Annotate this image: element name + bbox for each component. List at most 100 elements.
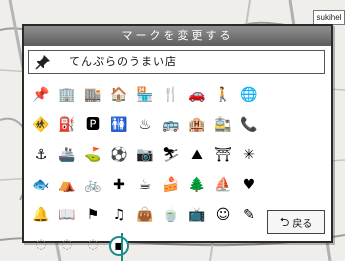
bus-mark[interactable]: 🚌 xyxy=(161,116,181,134)
book-mark[interactable]: 📖 xyxy=(57,206,77,224)
station-mark-icon: 🚉 xyxy=(214,117,232,133)
mountain-mark[interactable]: ⛰ xyxy=(187,146,207,164)
empty-mark-1-icon: ◌ xyxy=(35,237,47,252)
ball-mark[interactable]: ⚽ xyxy=(109,146,129,164)
coffee-mark-icon: ☕ xyxy=(138,177,152,193)
hot-spring-mark-icon: ♨ xyxy=(138,117,152,133)
car-mark[interactable]: 🚗 xyxy=(187,86,207,104)
cross-mark-icon: ✚ xyxy=(113,177,125,193)
selected-mark[interactable]: ▪ xyxy=(109,236,129,256)
star-mark[interactable]: ✳ xyxy=(239,146,259,164)
tree-mark-icon: 🌲 xyxy=(188,177,206,193)
fish-mark[interactable]: 🐟 xyxy=(31,176,51,194)
ski-mark-icon: ⛷ xyxy=(162,147,180,163)
house-mark-icon: 🏠 xyxy=(110,87,128,103)
house-mark[interactable]: 🏠 xyxy=(109,86,129,104)
star-mark-icon: ✳ xyxy=(243,147,255,163)
car-mark-icon: 🚗 xyxy=(188,87,206,103)
face-mark-icon: ☺ xyxy=(215,207,231,223)
hotel-mark-icon: 🏨 xyxy=(188,117,206,133)
pushpin-mark[interactable]: 📌 xyxy=(31,86,51,104)
cup-mark-icon: 🍵 xyxy=(162,207,180,223)
phone-mark[interactable]: 📞 xyxy=(239,116,259,134)
change-mark-dialog: マークを変更する てんぷらのうまい店 📌 🏢 🏬 🏠 🏪 🍴 🚗 🚶 🌐 🚸 ⛽ 🅿 🚻 ♨ 🚌 🏨 🚉 📞 ⚓ 🚢 ⛳… xyxy=(22,24,333,256)
anchor-mark[interactable]: ⚓ xyxy=(31,146,51,164)
golf-mark[interactable]: ⛳ xyxy=(83,146,103,164)
empty-mark-1[interactable]: ◌ xyxy=(31,236,51,254)
building-mark-icon: 🏢 xyxy=(58,87,76,103)
person-mark[interactable]: 🚶 xyxy=(213,86,233,104)
empty-mark-3[interactable]: ◌ xyxy=(83,236,103,254)
building-mark[interactable]: 🏢 xyxy=(57,86,77,104)
face-mark[interactable]: ☺ xyxy=(213,206,233,224)
boat-mark[interactable]: ⛵ xyxy=(213,176,233,194)
toilet-mark[interactable]: 🚻 xyxy=(109,116,129,134)
tent-mark[interactable]: ⛺ xyxy=(57,176,77,194)
ski-mark[interactable]: ⛷ xyxy=(161,146,181,164)
gas-station-mark[interactable]: ⛽ xyxy=(57,116,77,134)
tv-mark-icon: 📺 xyxy=(188,207,206,223)
anchor-mark-icon: ⚓ xyxy=(34,147,48,163)
cake-mark-icon: 🍰 xyxy=(162,177,180,193)
pushpin-mark-icon: 📌 xyxy=(32,87,50,103)
cup-mark[interactable]: 🍵 xyxy=(161,206,181,224)
empty-mark-2-icon: ◌ xyxy=(61,237,73,252)
return-arrow-icon: ⮌ xyxy=(279,215,290,229)
parking-mark-icon: 🅿 xyxy=(86,117,100,133)
location-name-field[interactable]: てんぷらのうまい店 xyxy=(28,50,325,74)
mountain-mark-icon: ⛰ xyxy=(191,147,203,163)
cake-mark[interactable]: 🍰 xyxy=(161,176,181,194)
music-mark-icon: ♫ xyxy=(112,207,126,223)
temple-mark-icon: ⛩ xyxy=(214,147,232,163)
camera-mark-icon: 📷 xyxy=(136,147,154,163)
book-mark-icon: 📖 xyxy=(58,207,76,223)
temple-mark[interactable]: ⛩ xyxy=(213,146,233,164)
bicycle-mark[interactable]: 🚲 xyxy=(83,176,103,194)
tv-mark[interactable]: 📺 xyxy=(187,206,207,224)
ball-mark-icon: ⚽ xyxy=(110,147,128,163)
tree-mark[interactable]: 🌲 xyxy=(187,176,207,194)
camera-mark[interactable]: 📷 xyxy=(135,146,155,164)
pushpin-icon xyxy=(35,55,50,70)
sign-mark-icon: 🚸 xyxy=(32,117,50,133)
bag-mark[interactable]: 👜 xyxy=(135,206,155,224)
parking-mark[interactable]: 🅿 xyxy=(83,116,103,134)
sign-mark[interactable]: 🚸 xyxy=(31,116,51,134)
selection-pointer xyxy=(121,233,123,261)
bell-mark[interactable]: 🔔 xyxy=(31,206,51,224)
shop-mark[interactable]: 🏪 xyxy=(135,86,155,104)
heart-mark-icon: ♥ xyxy=(242,177,256,193)
station-mark[interactable]: 🚉 xyxy=(213,116,233,134)
ship-mark-icon: 🚢 xyxy=(58,147,76,163)
empty-mark-2[interactable]: ◌ xyxy=(57,236,77,254)
flag-mark-icon: ⚑ xyxy=(86,207,100,223)
cross-mark[interactable]: ✚ xyxy=(109,176,129,194)
music-mark[interactable]: ♫ xyxy=(109,206,129,224)
coffee-mark[interactable]: ☕ xyxy=(135,176,155,194)
tent-mark-icon: ⛺ xyxy=(58,177,76,193)
flag-mark[interactable]: ⚑ xyxy=(83,206,103,224)
boat-mark-icon: ⛵ xyxy=(214,177,232,193)
tall-building-mark[interactable]: 🏬 xyxy=(83,86,103,104)
phone-mark-icon: 📞 xyxy=(240,117,258,133)
bell-mark-icon: 🔔 xyxy=(32,207,50,223)
hot-spring-mark[interactable]: ♨ xyxy=(135,116,155,134)
location-name: てんぷらのうまい店 xyxy=(69,55,177,68)
hotel-mark[interactable]: 🏨 xyxy=(187,116,207,134)
map-label: sukihel xyxy=(313,10,345,25)
ship-mark[interactable]: 🚢 xyxy=(57,146,77,164)
bag-mark-icon: 👜 xyxy=(136,207,154,223)
dialog-title: マークを変更する xyxy=(24,26,331,46)
back-button[interactable]: ⮌ 戻る xyxy=(267,210,325,234)
pencil-mark-icon: ✎ xyxy=(243,207,255,223)
heart-mark[interactable]: ♥ xyxy=(239,176,259,194)
pencil-mark[interactable]: ✎ xyxy=(239,206,259,224)
restaurant-mark[interactable]: 🍴 xyxy=(161,86,181,104)
bicycle-mark-icon: 🚲 xyxy=(84,177,102,193)
restaurant-mark-icon: 🍴 xyxy=(162,87,180,103)
toilet-mark-icon: 🚻 xyxy=(110,117,128,133)
empty-mark-3-icon: ◌ xyxy=(87,237,99,252)
gas-station-mark-icon: ⛽ xyxy=(58,117,76,133)
fish-mark-icon: 🐟 xyxy=(32,177,50,193)
globe-mark[interactable]: 🌐 xyxy=(239,86,259,104)
